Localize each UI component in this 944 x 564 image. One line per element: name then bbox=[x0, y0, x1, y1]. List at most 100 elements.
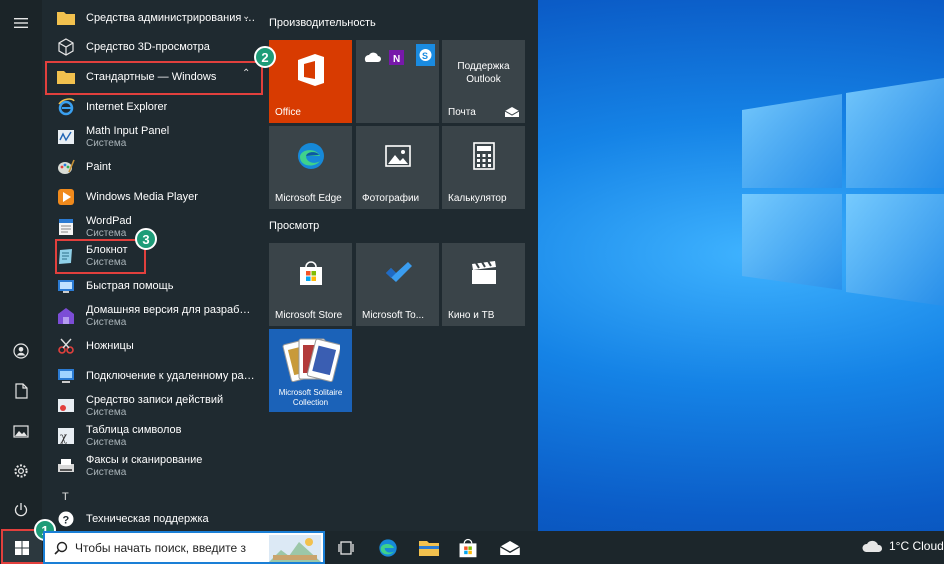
chevron-down-icon: ⌄ bbox=[242, 11, 251, 22]
search-icon bbox=[54, 541, 68, 555]
app-name: Windows Media Player bbox=[86, 191, 198, 203]
mail-tile-headline: Поддержка Outlook bbox=[457, 61, 510, 85]
tile-office[interactable]: Office bbox=[269, 40, 352, 123]
pictures-icon[interactable] bbox=[11, 421, 31, 441]
app-name: Быстрая помощь bbox=[86, 280, 174, 292]
app-name: Math Input Panel bbox=[86, 124, 170, 137]
cube-icon bbox=[56, 37, 76, 57]
tile-microsoft-store[interactable]: Microsoft Store bbox=[269, 243, 352, 326]
photos-icon bbox=[356, 126, 439, 186]
app-name: WordPad bbox=[86, 214, 132, 227]
tile-label: Microsoft To... bbox=[362, 310, 425, 321]
power-icon[interactable] bbox=[11, 500, 31, 520]
media-player-icon bbox=[56, 187, 76, 207]
app-item-3d-viewer[interactable]: Средство 3D-просмотра bbox=[56, 34, 256, 60]
folder-icon bbox=[56, 8, 76, 28]
app-subtitle: Система bbox=[86, 406, 127, 418]
movies-clapper-icon bbox=[442, 243, 525, 303]
tile-movies-tv[interactable]: Кино и ТВ bbox=[442, 243, 525, 326]
steps-recorder-icon bbox=[56, 396, 76, 416]
app-subtitle: Система bbox=[86, 466, 127, 478]
step-badge-2: 2 bbox=[254, 46, 276, 68]
tile-mail[interactable]: Поддержка Outlook Почта bbox=[442, 40, 525, 123]
store-icon bbox=[269, 243, 352, 303]
internet-explorer-icon bbox=[56, 97, 76, 117]
app-name: Таблица символов bbox=[86, 423, 182, 436]
tile-label: Фотографии bbox=[362, 193, 420, 204]
task-view-icon[interactable] bbox=[333, 535, 359, 561]
tile-label: Калькулятор bbox=[448, 193, 507, 204]
store-taskbar-icon[interactable] bbox=[455, 535, 481, 561]
app-subtitle: Система bbox=[86, 436, 127, 448]
documents-icon[interactable] bbox=[11, 381, 31, 401]
app-item-math-input[interactable]: Math Input Panel Система bbox=[56, 124, 256, 150]
app-subtitle: Система bbox=[86, 137, 127, 149]
app-item-internet-explorer[interactable]: Internet Explorer bbox=[56, 94, 256, 120]
svg-text:?: ? bbox=[63, 515, 70, 527]
snipping-icon bbox=[56, 336, 76, 356]
group-title-explore[interactable]: Просмотр bbox=[269, 220, 319, 232]
app-name: Домашняя версия для разработч... bbox=[86, 303, 256, 316]
app-name: Техническая поддержка bbox=[86, 513, 209, 525]
tile-label: Microsoft Store bbox=[275, 310, 343, 321]
hamburger-menu-icon[interactable] bbox=[11, 13, 31, 33]
alphabet-letter-header[interactable]: Т bbox=[62, 491, 69, 503]
tile-solitaire[interactable]: Microsoft Solitaire Collection bbox=[269, 329, 352, 412]
tile-edge[interactable]: Microsoft Edge bbox=[269, 126, 352, 209]
app-name: Средство 3D-просмотра bbox=[86, 41, 210, 53]
taskbar-search-box[interactable]: Чтобы начать поиск, введите з bbox=[43, 531, 325, 564]
highlight-notepad bbox=[55, 239, 146, 274]
edge-taskbar-icon[interactable] bbox=[375, 535, 401, 561]
office-icon bbox=[269, 40, 352, 100]
office-apps-mini-icons: N S bbox=[364, 44, 435, 66]
app-item-steps-recorder[interactable]: Средство записи действий Система bbox=[56, 393, 256, 419]
tile-label: Office bbox=[275, 107, 301, 118]
cloud-weather-icon bbox=[862, 540, 883, 552]
svg-text:S: S bbox=[422, 51, 428, 61]
app-subtitle: Система bbox=[86, 227, 127, 239]
settings-gear-icon[interactable] bbox=[11, 461, 31, 481]
charmap-icon: χ bbox=[56, 426, 76, 446]
app-name: Paint bbox=[86, 161, 112, 173]
app-name: Средство записи действий bbox=[86, 393, 224, 406]
tile-label: Кино и ТВ bbox=[448, 310, 495, 321]
file-explorer-icon[interactable] bbox=[416, 535, 442, 561]
app-name: Подключение к удаленному рабо... bbox=[86, 370, 256, 382]
solitaire-cards-icon bbox=[282, 338, 340, 383]
app-item-media-player[interactable]: Windows Media Player bbox=[56, 184, 256, 210]
dev-home-icon bbox=[56, 306, 76, 326]
mail-taskbar-icon[interactable] bbox=[497, 535, 523, 561]
fax-scan-icon bbox=[56, 456, 76, 476]
app-name: Средства администрирования W... bbox=[86, 12, 256, 24]
tile-calculator[interactable]: Калькулятор bbox=[442, 126, 525, 209]
tile-office-apps-group[interactable]: N S bbox=[356, 40, 439, 123]
app-item-quick-assist[interactable]: Быстрая помощь bbox=[56, 273, 256, 299]
calculator-icon bbox=[442, 126, 525, 186]
app-item-fax-scan[interactable]: Факсы и сканирование Система bbox=[56, 453, 256, 479]
group-title-productivity[interactable]: Производительность bbox=[269, 17, 376, 29]
app-item-charmap[interactable]: χ Таблица символов Система bbox=[56, 423, 256, 449]
tile-photos[interactable]: Фотографии bbox=[356, 126, 439, 209]
math-input-icon bbox=[56, 127, 76, 147]
app-name: Ножницы bbox=[86, 340, 134, 352]
app-item-snipping[interactable]: Ножницы bbox=[56, 333, 256, 359]
svg-text:N: N bbox=[393, 54, 400, 65]
app-subtitle: Система bbox=[86, 316, 127, 328]
tile-label: Microsoft Solitaire Collection bbox=[278, 388, 343, 407]
start-rail bbox=[0, 0, 42, 531]
user-avatar-icon[interactable] bbox=[11, 341, 31, 361]
tile-microsoft-todo[interactable]: Microsoft To... bbox=[356, 243, 439, 326]
app-item-paint[interactable]: Paint bbox=[56, 154, 256, 180]
mail-envelope-icon bbox=[505, 107, 519, 117]
weather-text[interactable]: 1°C Cloud bbox=[889, 539, 944, 553]
paint-icon bbox=[56, 157, 76, 177]
remote-desktop-icon bbox=[56, 366, 76, 386]
app-item-remote-desktop[interactable]: Подключение к удаленному рабо... bbox=[56, 363, 256, 389]
quick-assist-icon bbox=[56, 276, 76, 296]
app-item-tech-support[interactable]: ? Техническая поддержка bbox=[56, 506, 256, 531]
search-placeholder: Чтобы начать поиск, введите з bbox=[75, 541, 247, 555]
help-icon: ? bbox=[56, 509, 76, 529]
app-item-dev-home[interactable]: Домашняя версия для разработч... Система bbox=[56, 303, 256, 329]
app-item-admin-tools[interactable]: Средства администрирования W... ⌄ bbox=[56, 5, 256, 31]
svg-text:χ: χ bbox=[60, 430, 68, 444]
